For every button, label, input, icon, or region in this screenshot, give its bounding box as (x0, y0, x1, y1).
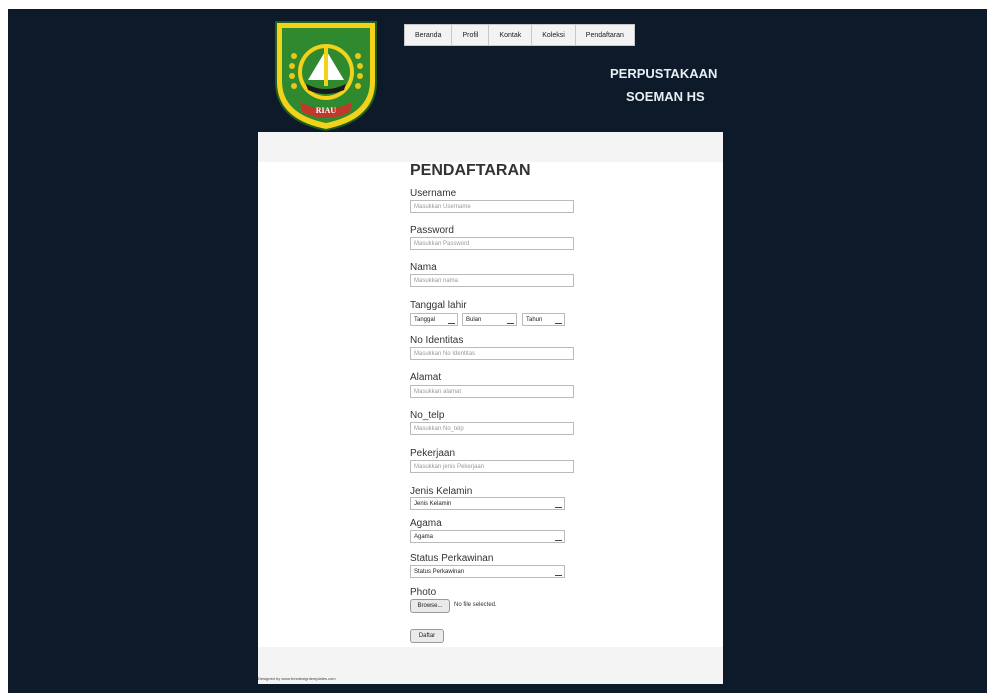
tanggal-lahir-label: Tanggal lahir (410, 300, 467, 311)
pekerjaan-input[interactable]: Masukkan jenis Pekerjaan (410, 460, 574, 473)
tahun-select-text: Tahun (526, 317, 543, 323)
footer-credit: Designed by www.freedesigntemplates.com (258, 676, 336, 681)
bulan-select-text: Bulan (466, 317, 482, 323)
agama-select-text: Agama (414, 534, 434, 540)
main-navigation: Beranda Profil Kontak Koleksi Pendaftara… (404, 24, 635, 46)
chevron-down-icon (555, 575, 562, 576)
daftar-submit-button[interactable]: Daftar (410, 629, 444, 643)
chevron-down-icon (555, 540, 562, 541)
pekerjaan-label: Pekerjaan (410, 448, 456, 459)
site-title-line2: SOEMAN HS (626, 89, 705, 104)
jenis-kelamin-label: Jenis Kelamin (410, 486, 473, 497)
password-input[interactable]: Masukkan Password (410, 237, 574, 250)
chevron-down-icon (448, 323, 455, 324)
nav-koleksi[interactable]: Koleksi (532, 25, 576, 45)
photo-label: Photo (410, 587, 437, 598)
tanggal-select[interactable]: Tanggal (410, 313, 458, 326)
status-perkawinan-label: Status Perkawinan (410, 553, 494, 564)
password-label: Password (410, 225, 454, 236)
nama-input[interactable]: Masukkan nama (410, 274, 574, 287)
alamat-input[interactable]: Masukkan alamat (410, 385, 574, 398)
status-perkawinan-select-text: Status Perkawinan (414, 569, 465, 575)
no-telp-input[interactable]: Masukkan No_telp (410, 422, 574, 435)
jenis-kelamin-select[interactable]: Jenis Kelamin (410, 497, 565, 510)
nav-kontak[interactable]: Kontak (489, 25, 533, 45)
nav-profil[interactable]: Profil (452, 25, 490, 45)
no-identitas-input[interactable]: Masukkan No Identitas (410, 347, 574, 360)
alamat-label: Alamat (410, 372, 442, 383)
username-label: Username (410, 188, 457, 199)
chevron-down-icon (555, 507, 562, 508)
status-perkawinan-select[interactable]: Status Perkawinan (410, 565, 565, 578)
riau-emblem-logo: RIAU (275, 21, 377, 132)
file-status-text: No file selected. (454, 602, 497, 608)
username-input[interactable]: Masukkan Username (410, 200, 574, 213)
bulan-select[interactable]: Bulan (462, 313, 517, 326)
agama-label: Agama (410, 518, 442, 529)
nama-label: Nama (410, 262, 437, 273)
tahun-select[interactable]: Tahun (522, 313, 565, 326)
jenis-kelamin-select-text: Jenis Kelamin (414, 501, 452, 507)
nav-pendaftaran[interactable]: Pendaftaran (576, 25, 634, 45)
site-title-line1: PERPUSTAKAAN (610, 66, 718, 81)
nav-beranda[interactable]: Beranda (405, 25, 453, 45)
chevron-down-icon (507, 323, 514, 324)
browse-button[interactable]: Browse... (410, 599, 450, 613)
logo-text: RIAU (316, 106, 337, 115)
no-telp-label: No_telp (410, 410, 445, 421)
chevron-down-icon (555, 323, 562, 324)
content-header-band (258, 132, 723, 162)
form-heading: PENDAFTARAN (410, 162, 531, 179)
tanggal-select-text: Tanggal (414, 317, 436, 323)
no-identitas-label: No Identitas (410, 335, 464, 346)
agama-select[interactable]: Agama (410, 530, 565, 543)
